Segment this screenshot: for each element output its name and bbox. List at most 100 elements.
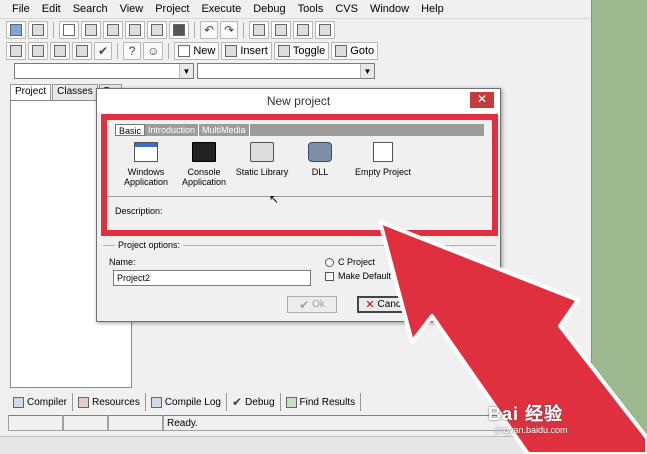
menu-edit[interactable]: Edit xyxy=(36,3,67,15)
tab-compile-log-label: Compile Log xyxy=(164,396,221,408)
menu-window[interactable]: Window xyxy=(364,3,415,15)
save-icon xyxy=(107,24,119,36)
tools-icon xyxy=(32,24,44,36)
tab-find-results-label: Find Results xyxy=(299,396,356,408)
redo-button[interactable]: ↷ xyxy=(220,21,239,39)
toolbar-divider xyxy=(117,42,119,59)
menu-project[interactable]: Project xyxy=(149,3,195,15)
c-project-option[interactable]: C Project xyxy=(325,257,375,267)
menu-cvs[interactable]: CVS xyxy=(329,3,364,15)
ok-button[interactable]: ✔ Ok xyxy=(287,296,337,313)
project-name-input[interactable] xyxy=(113,270,311,286)
checkmark-icon: ✔ xyxy=(231,395,243,409)
template-console-application[interactable]: Console Application xyxy=(175,142,233,187)
check-button[interactable]: ✔ xyxy=(94,41,113,60)
goto-line-button[interactable] xyxy=(315,21,336,39)
new-class-button[interactable]: New xyxy=(174,41,220,60)
smiley-icon: ☺ xyxy=(147,43,160,58)
new-file-button[interactable] xyxy=(59,21,79,39)
menu-tools[interactable]: Tools xyxy=(292,3,330,15)
mouse-cursor-icon: ↖ xyxy=(269,192,280,206)
find-results-icon xyxy=(285,396,297,408)
find-next-icon xyxy=(297,24,310,36)
chevron-down-icon: ▼ xyxy=(179,64,193,78)
menu-file[interactable]: File xyxy=(6,3,36,15)
find-next-button[interactable] xyxy=(293,21,314,39)
new-label: New xyxy=(193,44,216,57)
tab-introduction[interactable]: Introduction xyxy=(145,124,200,136)
description-label: Description: xyxy=(115,206,163,216)
menu-debug[interactable]: Debug xyxy=(247,3,291,15)
save-button[interactable] xyxy=(103,21,123,39)
member-select[interactable]: ▼ xyxy=(197,63,375,79)
template-windows-application[interactable]: Windows Application xyxy=(117,142,175,187)
tab-multimedia[interactable]: MultiMedia xyxy=(199,124,250,136)
open-button[interactable] xyxy=(81,21,101,39)
replace-button[interactable] xyxy=(271,21,292,39)
tab-project[interactable]: Project xyxy=(10,84,52,101)
menu-search[interactable]: Search xyxy=(67,3,114,15)
project-icon-button[interactable] xyxy=(6,21,26,39)
bottom-scrollbar[interactable] xyxy=(0,436,591,454)
main-toolbar: ↶ ↷ xyxy=(6,20,336,40)
rebuild-button[interactable] xyxy=(72,41,92,60)
save-all-icon xyxy=(129,24,141,36)
new-file-icon xyxy=(63,24,75,36)
dll-icon xyxy=(308,142,332,162)
goto-button[interactable]: Goto xyxy=(331,41,379,60)
open-icon xyxy=(85,24,97,36)
tab-resources[interactable]: Resources xyxy=(73,393,146,411)
cancel-button[interactable]: ✕ Cancel xyxy=(357,296,417,313)
make-default-option[interactable]: Make Default Lang xyxy=(325,271,414,281)
close-icon[interactable]: ✕ xyxy=(470,92,494,108)
name-label: Name: xyxy=(109,257,136,267)
class-combos: ▼ ▼ xyxy=(14,63,375,79)
static-library-icon xyxy=(250,142,274,162)
toggle-button[interactable]: Toggle xyxy=(273,41,330,60)
class-select[interactable]: ▼ xyxy=(14,63,194,79)
x-icon: ✕ xyxy=(365,299,375,311)
goto-line-icon xyxy=(319,24,332,36)
template-static-library[interactable]: Static Library xyxy=(233,142,291,187)
c-project-radio[interactable] xyxy=(325,257,334,267)
insert-button[interactable]: Insert xyxy=(221,41,272,60)
toggle-label: Toggle xyxy=(292,44,326,57)
close-file-button[interactable] xyxy=(147,21,167,39)
tools-icon-button[interactable] xyxy=(28,21,48,39)
menu-execute[interactable]: Execute xyxy=(195,3,247,15)
new-project-dialog: New project ✕ Basic Introduction MultiMe… xyxy=(96,88,501,322)
make-default-checkbox[interactable] xyxy=(325,271,334,281)
watermark-url: jingyan.baidu.com xyxy=(495,425,568,435)
make-default-label: Make Default Lang xyxy=(338,271,414,281)
chevron-down-icon: ▼ xyxy=(360,64,374,78)
tab-debug-output[interactable]: ✔ Debug xyxy=(227,393,281,411)
status-cell xyxy=(108,415,163,431)
tab-find-results[interactable]: Find Results xyxy=(281,393,362,411)
find-button[interactable] xyxy=(249,21,270,39)
tab-resources-label: Resources xyxy=(92,396,140,408)
run-button[interactable] xyxy=(28,41,48,60)
tab-basic[interactable]: Basic xyxy=(115,124,146,136)
help-button[interactable]: ? xyxy=(123,41,142,60)
compile-run-button[interactable] xyxy=(50,41,70,60)
save-all-button[interactable] xyxy=(125,21,145,39)
replace-icon xyxy=(275,24,288,36)
bookmark-goto-icon xyxy=(335,44,348,57)
tab-classes[interactable]: Classes xyxy=(52,84,98,100)
template-list: Windows Application Console Application … xyxy=(117,142,417,187)
undo-icon: ↶ xyxy=(204,23,215,37)
template-label: Application xyxy=(181,177,227,187)
template-dll[interactable]: DLL xyxy=(291,142,349,187)
compile-button[interactable] xyxy=(6,41,26,60)
template-label: Windows xyxy=(127,167,165,177)
menu-view[interactable]: View xyxy=(114,3,150,15)
template-empty-project[interactable]: Empty Project xyxy=(349,142,417,187)
tab-compile-log[interactable]: Compile Log xyxy=(146,393,227,411)
undo-button[interactable]: ↶ xyxy=(200,21,219,39)
print-button[interactable] xyxy=(169,21,189,39)
menu-help[interactable]: Help xyxy=(415,3,450,15)
empty-project-icon xyxy=(373,142,393,162)
about-button[interactable]: ☺ xyxy=(143,41,164,60)
tab-compiler[interactable]: Compiler xyxy=(8,393,74,411)
ok-label: Ok xyxy=(312,299,325,310)
